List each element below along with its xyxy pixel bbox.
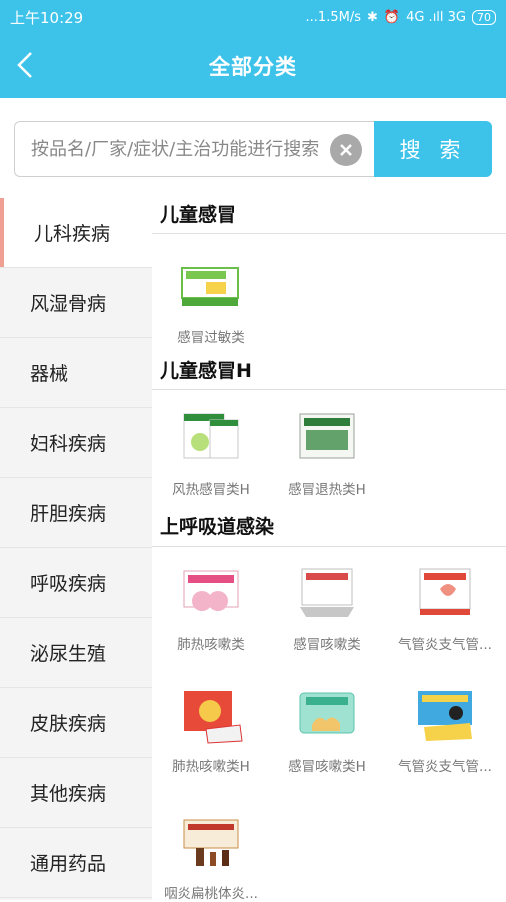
product-tile[interactable]: 感冒咳嗽类H [268, 685, 386, 775]
status-bar: 上午10:29 ...1.5M/s ✱ ⏰ 4G .ıll 3G 70 [0, 0, 506, 34]
sidebar-item-other[interactable]: 其他疾病 [0, 758, 152, 828]
product-label: 感冒咳嗽类H [288, 759, 366, 775]
product-label: 肺热咳嗽类H [172, 759, 250, 775]
product-label: 肺热咳嗽类 [177, 637, 245, 653]
sidebar-item-rheumatism[interactable]: 风湿骨病 [0, 268, 152, 338]
page-title: 全部分类 [209, 55, 297, 79]
alarm-icon: ⏰ [383, 9, 401, 25]
product-box-icon [181, 267, 239, 306]
section-title: 上呼吸道感染 [160, 516, 275, 538]
product-label: 感冒咳嗽类 [293, 637, 361, 653]
sidebar-item-label: 其他疾病 [30, 783, 107, 805]
clear-button[interactable] [330, 134, 362, 166]
product-tile[interactable]: 肺热咳嗽类H [152, 685, 270, 775]
sidebar-item-liver[interactable]: 肝胆疾病 [0, 478, 152, 548]
product-box-icon [418, 691, 472, 741]
sidebar-item-label: 风湿骨病 [30, 293, 107, 315]
product-label: 气管炎支气管... [398, 759, 492, 775]
product-tile[interactable]: 肺热咳嗽类 [152, 563, 270, 653]
product-label: 感冒退热类H [288, 482, 366, 498]
section-divider [152, 546, 506, 547]
product-label: 风热感冒类H [172, 482, 250, 498]
close-icon [340, 144, 352, 156]
back-button[interactable] [10, 48, 40, 82]
battery-icon: 70 [472, 9, 496, 25]
sidebar-item-skin[interactable]: 皮肤疾病 [0, 688, 152, 758]
search-box [14, 121, 374, 177]
signal-text: 4G .ıll 3G [406, 9, 466, 25]
status-icons: ...1.5M/s ✱ ⏰ 4G .ıll 3G 70 [305, 9, 496, 25]
product-tile[interactable]: 气管炎支气管... [386, 563, 504, 653]
nav-bar: 全部分类 [0, 34, 506, 98]
sidebar-item-label: 器械 [30, 363, 69, 385]
product-box-icon [419, 568, 471, 615]
product-box-icon [299, 413, 355, 459]
sidebar-item-label: 呼吸疾病 [30, 573, 107, 595]
product-label: 感冒过敏类 [177, 330, 245, 346]
sidebar-item-label: 泌尿生殖 [30, 643, 107, 665]
product-tile[interactable]: 咽炎扁桃体炎... [152, 812, 270, 902]
product-label: 气管炎支气管... [398, 637, 492, 653]
product-tile[interactable]: 风热感冒类H [152, 408, 270, 498]
sidebar-item-label: 肝胆疾病 [30, 503, 107, 525]
section-divider [152, 389, 506, 390]
section-divider [152, 233, 506, 234]
status-time: 上午10:29 [10, 8, 84, 27]
network-speed: ...1.5M/s [305, 9, 361, 25]
sidebar-item-pediatrics[interactable]: 儿科疾病 [0, 198, 152, 268]
product-box-icon [183, 413, 239, 459]
product-box-icon [183, 570, 239, 611]
category-content: 儿童感冒 感冒过敏类 儿童感冒H 风热感冒类H 感冒退热类H 上呼吸道感染 肺热… [152, 198, 506, 902]
chevron-left-icon [17, 52, 32, 78]
sidebar-item-label: 妇科疾病 [30, 433, 107, 455]
sidebar-item-label: 皮肤疾病 [30, 713, 107, 735]
product-tile[interactable]: 气管炎支气管... [386, 685, 504, 775]
sidebar-item-label: 儿科疾病 [34, 223, 111, 245]
product-box-icon [184, 691, 243, 744]
search-bar: 搜 索 [14, 121, 492, 177]
bluetooth-icon: ✱ [366, 9, 378, 25]
product-tile[interactable]: 感冒退热类H [268, 408, 386, 498]
sidebar-item-respiratory[interactable]: 呼吸疾病 [0, 548, 152, 618]
product-tile[interactable]: 感冒咳嗽类 [268, 563, 386, 653]
search-button[interactable]: 搜 索 [374, 121, 492, 177]
sidebar-item-gynecology[interactable]: 妇科疾病 [0, 408, 152, 478]
sidebar-item-urology[interactable]: 泌尿生殖 [0, 618, 152, 688]
section-title: 儿童感冒H [160, 360, 252, 382]
sidebar-item-devices[interactable]: 器械 [0, 338, 152, 408]
search-input[interactable] [29, 137, 333, 161]
sidebar-item-general[interactable]: 通用药品 [0, 828, 152, 898]
product-box-icon [183, 819, 239, 866]
product-box-icon [300, 568, 354, 617]
product-box-icon [299, 692, 355, 734]
section-title: 儿童感冒 [160, 204, 237, 226]
product-tile[interactable]: 感冒过敏类 [152, 256, 270, 346]
category-sidebar: 儿科疾病 风湿骨病 器械 妇科疾病 肝胆疾病 呼吸疾病 泌尿生殖 皮肤疾病 其他… [0, 198, 152, 900]
sidebar-item-label: 通用药品 [30, 853, 107, 875]
product-label: 咽炎扁桃体炎... [164, 886, 258, 902]
